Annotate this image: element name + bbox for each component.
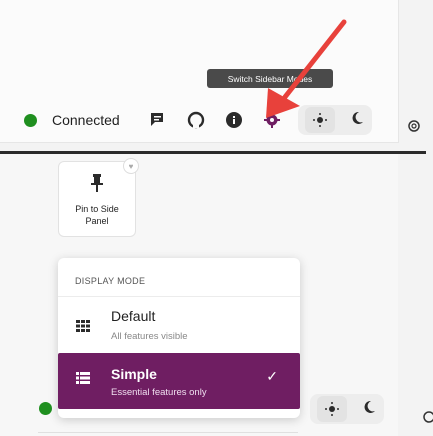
github-icon[interactable] — [184, 108, 208, 132]
menu-item-title: Simple — [111, 366, 157, 382]
menu-header: DISPLAY MODE — [58, 258, 300, 297]
chat-icon[interactable] — [146, 108, 170, 132]
theme-toggle-secondary — [310, 394, 384, 424]
menu-item-simple[interactable]: Simple Essential features only ✓ — [58, 353, 300, 409]
settings-gear-icon[interactable] — [421, 409, 433, 430]
status-indicator-secondary — [39, 402, 52, 415]
menu-item-description: Essential features only — [111, 387, 207, 398]
moon-icon[interactable] — [361, 399, 377, 420]
settings-gear-icon[interactable] — [406, 118, 422, 139]
sun-icon[interactable] — [317, 396, 347, 422]
toolbar: Connected — [12, 100, 372, 140]
gear-icon[interactable] — [260, 108, 284, 132]
divider — [38, 432, 298, 433]
list-icon — [76, 371, 90, 389]
theme-toggle — [297, 105, 372, 135]
status-label: Connected — [52, 112, 120, 128]
pin-label: Pin to Side Panel — [75, 204, 119, 226]
menu-item-default[interactable]: Default All features visible — [58, 297, 300, 353]
moon-icon[interactable] — [349, 110, 365, 131]
pin-icon — [90, 174, 104, 197]
tooltip: Switch Sidebar Modes — [207, 69, 333, 88]
tooltip-text: Switch Sidebar Modes — [227, 73, 313, 84]
menu-item-description: All features visible — [111, 331, 188, 342]
sun-icon[interactable] — [304, 107, 335, 133]
heart-icon[interactable]: ♥ — [123, 158, 139, 174]
status-indicator — [24, 113, 37, 127]
pin-to-side-panel-button[interactable]: ♥ Pin to Side Panel — [58, 158, 139, 237]
info-icon[interactable] — [222, 108, 246, 132]
display-mode-menu: DISPLAY MODE Default All features visibl… — [58, 258, 300, 418]
toolbar-icon-group — [146, 108, 284, 132]
menu-item-title: Default — [111, 308, 156, 324]
check-icon: ✓ — [266, 368, 278, 384]
grid-icon — [76, 319, 90, 337]
